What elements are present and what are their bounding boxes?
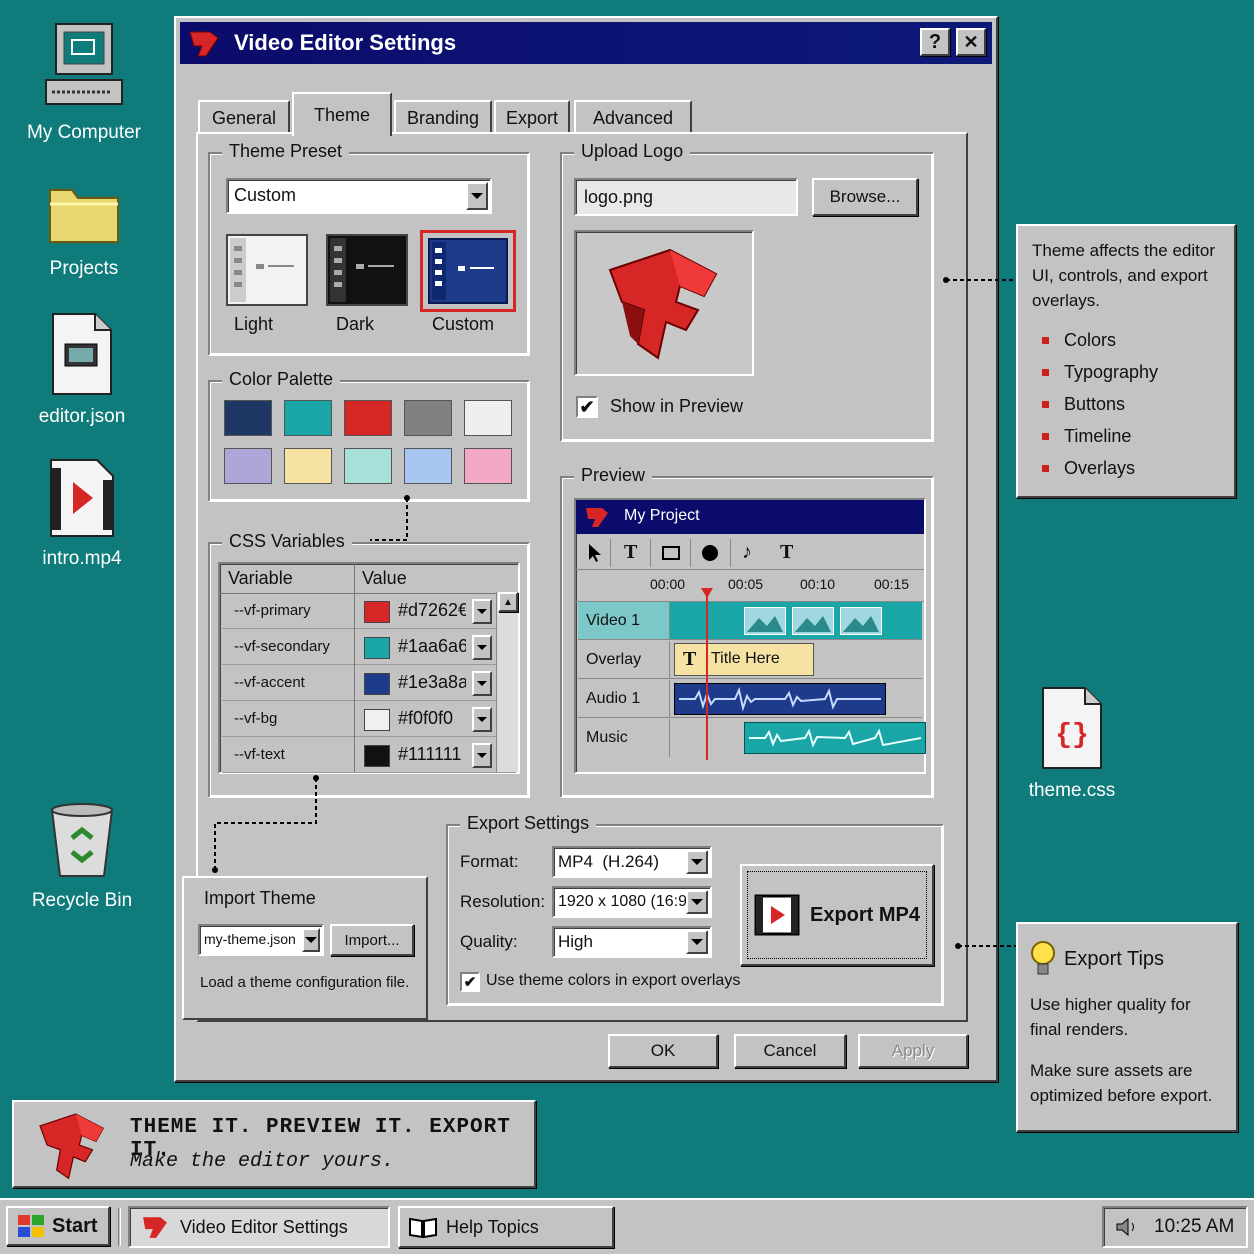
export-tip-2: Make sure assets are optimized before ex… bbox=[1030, 1061, 1213, 1105]
system-tray: 10:25 AM bbox=[1102, 1206, 1248, 1248]
app-logo-icon bbox=[143, 1217, 167, 1238]
bullet-label: Buttons bbox=[1064, 394, 1126, 414]
export-tip-1: Use higher quality for final renders. bbox=[1030, 995, 1191, 1039]
export-tips-title: Export Tips bbox=[1064, 948, 1165, 970]
windows-logo-icon bbox=[18, 1215, 44, 1237]
task-label: Video Editor Settings bbox=[180, 1216, 348, 1237]
start-button[interactable]: Start bbox=[6, 1206, 110, 1246]
promo-banner: THEME IT. PREVIEW IT. EXPORT IT. Make th… bbox=[12, 1100, 536, 1188]
bullet-item: Colors bbox=[1042, 330, 1116, 351]
tab-theme[interactable]: Theme bbox=[292, 92, 392, 136]
bullet-label: Overlays bbox=[1064, 458, 1136, 478]
theme-info-note: Theme affects the editor UI, controls, a… bbox=[1016, 224, 1236, 498]
start-label: Start bbox=[52, 1214, 98, 1237]
lightbulb-icon bbox=[1031, 941, 1055, 975]
bullet-item: Buttons bbox=[1042, 394, 1125, 415]
book-icon bbox=[409, 1217, 437, 1239]
task-help-topics[interactable]: Help Topics bbox=[398, 1206, 614, 1248]
bullet-item: Overlays bbox=[1042, 458, 1135, 479]
bullet-label: Typography bbox=[1064, 362, 1159, 382]
clock: 10:25 AM bbox=[1154, 1216, 1235, 1237]
bullet-item: Timeline bbox=[1042, 426, 1131, 447]
bullet-item: Typography bbox=[1042, 362, 1158, 383]
task-video-editor[interactable]: Video Editor Settings bbox=[128, 1206, 390, 1248]
taskbar: Start Video Editor Settings Help Topics … bbox=[0, 1198, 1254, 1254]
speaker-icon[interactable] bbox=[1114, 1215, 1140, 1239]
banner-tagline: Make the editor yours. bbox=[130, 1150, 395, 1173]
vf-logo-icon bbox=[39, 1113, 105, 1180]
bullet-label: Timeline bbox=[1064, 426, 1132, 446]
bullet-label: Colors bbox=[1064, 330, 1117, 350]
task-label: Help Topics bbox=[446, 1216, 539, 1237]
export-tips-note: Export Tips Use higher quality for final… bbox=[1016, 922, 1238, 1132]
theme-info-text: Theme affects the editor UI, controls, a… bbox=[1032, 241, 1216, 310]
